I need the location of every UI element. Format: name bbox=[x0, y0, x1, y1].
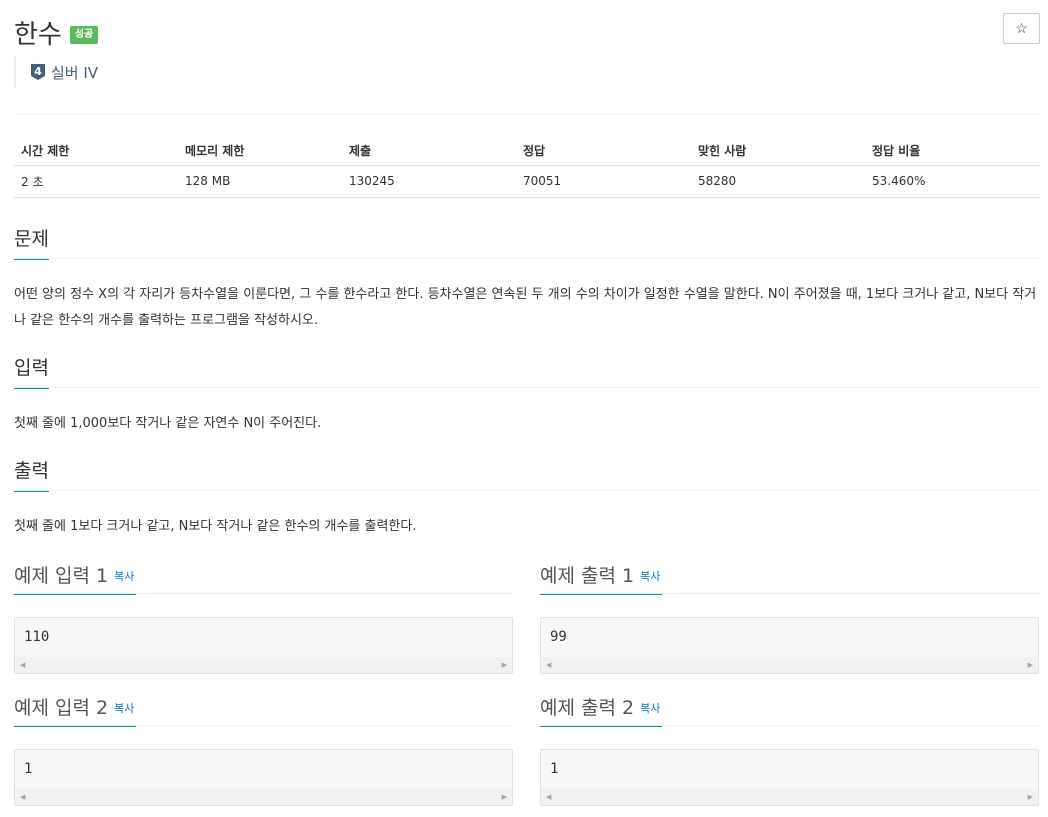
output-description: 첫째 줄에 1보다 크거나 같고, N보다 작거나 같은 한수의 개수를 출력한… bbox=[14, 519, 417, 534]
time-limit-value: 2 초 bbox=[14, 165, 178, 198]
problem-section-header: 문제 bbox=[14, 225, 1040, 260]
problem-info-table: 시간 제한 메모리 제한 제출 정답 맞힌 사람 정답 비율 2 초 128 M… bbox=[14, 136, 1040, 198]
sample-input-1-title: 예제 입력 1 bbox=[14, 565, 109, 587]
horizontal-scrollbar[interactable]: ◀ ▶ bbox=[15, 657, 512, 673]
header-accept-ratio: 정답 비율 bbox=[865, 136, 1040, 166]
sample-output-1-title-wrap: 예제 출력 1 복사 bbox=[540, 564, 663, 595]
input-description: 첫째 줄에 1,000보다 작거나 같은 자연수 N이 주어진다. bbox=[14, 416, 322, 431]
copy-sample-output-2-button[interactable]: 복사 bbox=[640, 702, 660, 715]
sample-input-2-title: 예제 입력 2 bbox=[14, 697, 109, 719]
sample-input-2-box[interactable]: 1 ◀ ▶ bbox=[14, 749, 513, 806]
solved-users-value[interactable]: 58280 bbox=[691, 165, 865, 198]
sample-output-1-box[interactable]: 99 ◀ ▶ bbox=[540, 617, 1039, 674]
accepted-value[interactable]: 70051 bbox=[516, 165, 691, 198]
sample-output-2-box[interactable]: 1 ◀ ▶ bbox=[540, 749, 1039, 806]
sample-output-1-title: 예제 출력 1 bbox=[540, 565, 635, 587]
copy-sample-input-2-button[interactable]: 복사 bbox=[114, 702, 134, 715]
output-section-header: 출력 bbox=[14, 457, 1040, 492]
sample-output-2-header: 예제 출력 2 복사 bbox=[540, 695, 1040, 727]
header-solved-users: 맞힌 사람 bbox=[691, 136, 865, 166]
tier-row: 4 실버 IV bbox=[14, 56, 98, 88]
problem-title: 한수 bbox=[14, 20, 62, 50]
scroll-left-icon[interactable]: ◀ bbox=[546, 793, 551, 801]
copy-sample-input-1-button[interactable]: 복사 bbox=[114, 570, 134, 583]
header-time-limit: 시간 제한 bbox=[14, 136, 178, 166]
scroll-left-icon[interactable]: ◀ bbox=[546, 661, 551, 669]
favorite-star-button[interactable]: ☆ bbox=[1003, 13, 1040, 44]
header-accepted: 정답 bbox=[516, 136, 691, 166]
divider bbox=[14, 114, 1040, 115]
scroll-right-icon[interactable]: ▶ bbox=[502, 661, 507, 669]
tier-level-number: 4 bbox=[34, 65, 42, 78]
copy-sample-output-1-button[interactable]: 복사 bbox=[640, 570, 660, 583]
sample-output-2-title: 예제 출력 2 bbox=[540, 697, 635, 719]
horizontal-scrollbar[interactable]: ◀ ▶ bbox=[541, 789, 1038, 805]
sample-input-2-header: 예제 입력 2 복사 bbox=[14, 695, 514, 727]
sample-input-1-box[interactable]: 110 ◀ ▶ bbox=[14, 617, 513, 674]
accept-ratio-value: 53.460% bbox=[865, 165, 1040, 198]
scroll-right-icon[interactable]: ▶ bbox=[1028, 661, 1033, 669]
scroll-left-icon[interactable]: ◀ bbox=[20, 793, 25, 801]
sample-output-2-code: 1 bbox=[550, 761, 559, 777]
sample-output-1-code: 99 bbox=[550, 629, 567, 645]
sample-output-2-title-wrap: 예제 출력 2 복사 bbox=[540, 696, 663, 727]
problem-heading: 문제 bbox=[14, 226, 49, 260]
sample-output-1-header: 예제 출력 1 복사 bbox=[540, 563, 1040, 595]
title-row: 한수 성공 bbox=[14, 14, 99, 51]
scroll-right-icon[interactable]: ▶ bbox=[1028, 793, 1033, 801]
input-heading: 입력 bbox=[14, 355, 49, 389]
scroll-right-icon[interactable]: ▶ bbox=[502, 793, 507, 801]
input-section-header: 입력 bbox=[14, 354, 1040, 389]
submissions-value[interactable]: 130245 bbox=[342, 165, 516, 198]
header-submissions: 제출 bbox=[342, 136, 516, 166]
sample-input-1-title-wrap: 예제 입력 1 복사 bbox=[14, 564, 137, 595]
star-icon: ☆ bbox=[1015, 20, 1028, 36]
memory-limit-value: 128 MB bbox=[178, 165, 342, 198]
scroll-left-icon[interactable]: ◀ bbox=[20, 661, 25, 669]
output-heading: 출력 bbox=[14, 458, 49, 492]
table-row: 2 초 128 MB 130245 70051 58280 53.460% bbox=[14, 165, 1040, 198]
table-header-row: 시간 제한 메모리 제한 제출 정답 맞힌 사람 정답 비율 bbox=[14, 136, 1040, 166]
sample-input-2-title-wrap: 예제 입력 2 복사 bbox=[14, 696, 137, 727]
sample-input-1-code: 110 bbox=[24, 629, 50, 645]
header-memory-limit: 메모리 제한 bbox=[178, 136, 342, 166]
horizontal-scrollbar[interactable]: ◀ ▶ bbox=[15, 789, 512, 805]
sample-input-1-header: 예제 입력 1 복사 bbox=[14, 563, 514, 595]
silver-tier-icon: 4 bbox=[31, 64, 45, 80]
horizontal-scrollbar[interactable]: ◀ ▶ bbox=[541, 657, 1038, 673]
problem-description: 어떤 양의 정수 X의 각 자리가 등차수열을 이룬다면, 그 수를 한수라고 … bbox=[14, 287, 1037, 328]
status-badge: 성공 bbox=[69, 25, 99, 44]
sample-input-2-code: 1 bbox=[24, 761, 33, 777]
tier-label[interactable]: 실버 IV bbox=[51, 62, 98, 83]
